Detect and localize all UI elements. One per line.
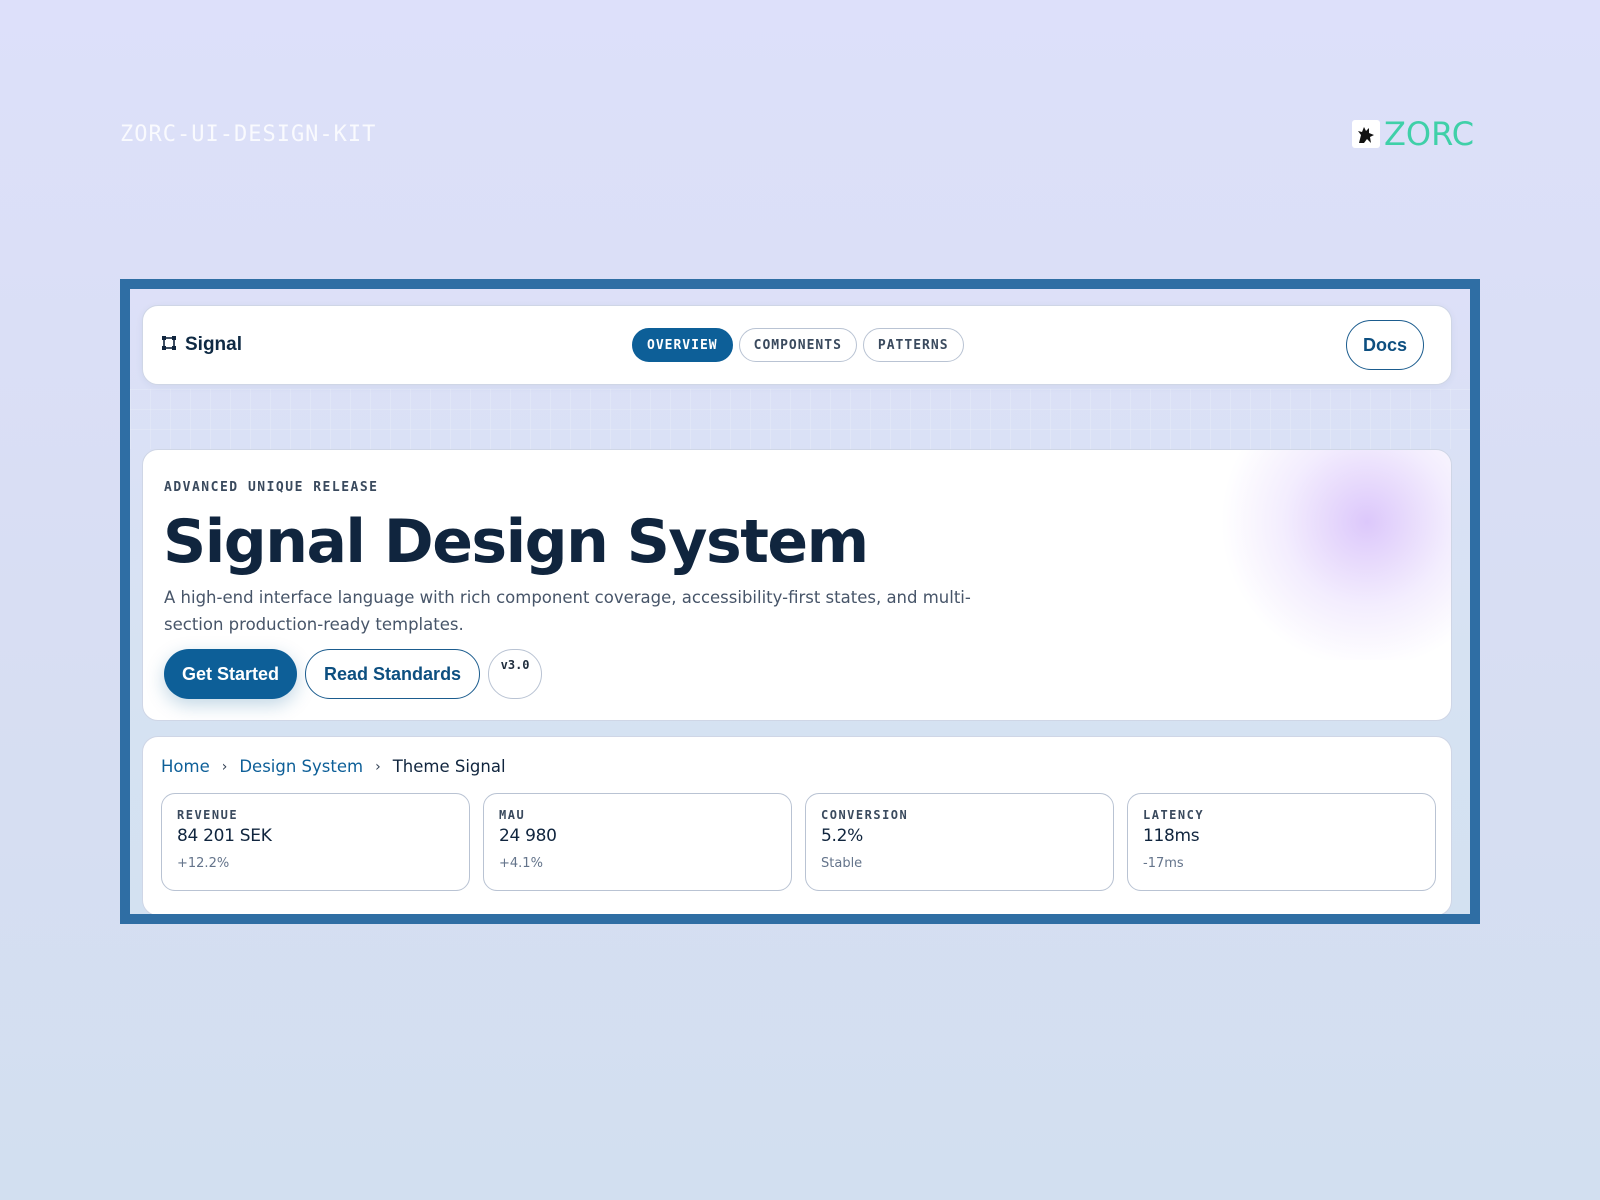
hero-section: ADVANCED UNIQUE RELEASE Signal Design Sy… <box>142 449 1452 721</box>
stat-label: REVENUE <box>177 808 239 822</box>
wolf-mascot-icon <box>1352 120 1380 148</box>
stat-value: 24 980 <box>499 826 557 846</box>
breadcrumb-home[interactable]: Home <box>161 757 210 776</box>
read-standards-button[interactable]: Read Standards <box>305 649 481 699</box>
stat-delta: +4.1% <box>499 856 543 871</box>
breadcrumb-current: Theme Signal <box>392 757 506 776</box>
hero-actions: Get Started Read Standards v3.0 <box>164 649 543 699</box>
frame-icon <box>161 335 177 355</box>
stat-label: MAU <box>499 808 526 822</box>
stat-value: 84 201 SEK <box>177 826 272 846</box>
hero-eyebrow: ADVANCED UNIQUE RELEASE <box>164 480 379 495</box>
tab-components[interactable]: COMPONENTS <box>738 328 857 362</box>
stat-cards: REVENUE 84 201 SEK +12.2% MAU 24 980 +4.… <box>161 793 1436 891</box>
preview-frame: Signal OVERVIEW COMPONENTS PATTERNS Docs… <box>120 279 1480 924</box>
stat-value: 118ms <box>1143 826 1200 846</box>
nav-brand[interactable]: Signal <box>161 334 242 356</box>
brand-wordmark: ZORC <box>1384 115 1475 153</box>
docs-button[interactable]: Docs <box>1346 320 1424 370</box>
stats-panel: Home › Design System › Theme Signal REVE… <box>142 736 1452 914</box>
stat-label: CONVERSION <box>821 808 909 822</box>
hero-title: Signal Design System <box>163 507 869 577</box>
hero-description: A high-end interface language with rich … <box>164 588 971 634</box>
stat-card-revenue: REVENUE 84 201 SEK +12.2% <box>161 793 470 891</box>
nav-brand-name: Signal <box>185 334 243 355</box>
grid-background <box>130 389 1470 449</box>
nav-tabs: OVERVIEW COMPONENTS PATTERNS <box>632 328 964 362</box>
stat-card-latency: LATENCY 118ms -17ms <box>1127 793 1436 891</box>
hero-glow <box>1211 450 1451 660</box>
breadcrumb-design-system[interactable]: Design System <box>239 757 363 776</box>
stat-label: LATENCY <box>1143 808 1205 822</box>
stat-value: 5.2% <box>821 826 863 846</box>
kit-label: ZORC-UI-DESIGN-KIT <box>120 122 377 147</box>
chevron-right-icon: › <box>221 758 228 775</box>
stat-card-conversion: CONVERSION 5.2% Stable <box>805 793 1114 891</box>
breadcrumb: Home › Design System › Theme Signal <box>161 757 506 776</box>
top-navbar: Signal OVERVIEW COMPONENTS PATTERNS Docs <box>142 305 1452 385</box>
get-started-button[interactable]: Get Started <box>164 649 298 699</box>
stat-delta: Stable <box>821 856 863 871</box>
stat-card-mau: MAU 24 980 +4.1% <box>483 793 792 891</box>
version-badge: v3.0 <box>488 649 543 699</box>
chevron-right-icon: › <box>375 758 381 775</box>
tab-overview[interactable]: OVERVIEW <box>632 328 733 362</box>
stat-delta: -17ms <box>1143 856 1184 871</box>
stat-delta: +12.2% <box>177 856 230 871</box>
tab-patterns[interactable]: PATTERNS <box>862 328 964 362</box>
zorc-logo: ZORC <box>1352 116 1474 152</box>
